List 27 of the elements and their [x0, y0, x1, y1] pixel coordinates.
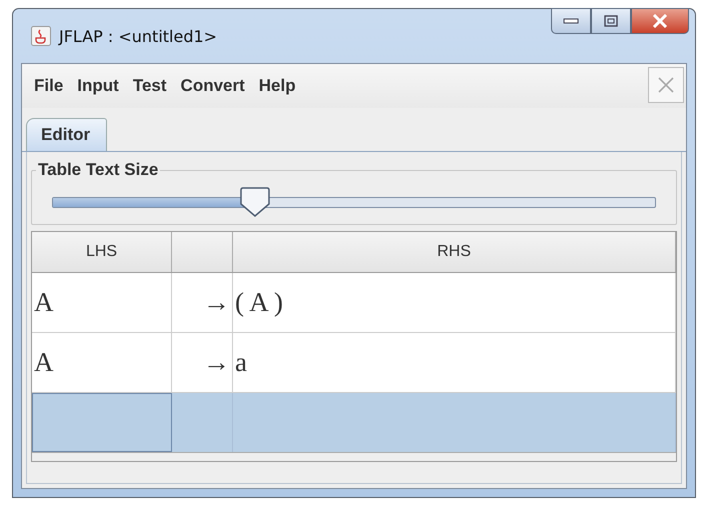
window-title: JFLAP : <untitled1> [59, 26, 218, 46]
menu-item[interactable]: Test [132, 76, 179, 96]
slider-thumb[interactable] [238, 187, 271, 217]
table-cell[interactable]: A [32, 333, 172, 392]
minimize-icon [563, 17, 579, 25]
table-cell[interactable]: → [172, 333, 233, 392]
table-row[interactable]: A → ( A ) [32, 273, 676, 333]
minimize-button[interactable] [551, 8, 591, 34]
menu-item[interactable]: Input [77, 76, 131, 96]
close-icon [652, 14, 668, 28]
table-row[interactable]: A → a [32, 333, 676, 393]
table-cell[interactable]: A [32, 273, 172, 332]
menu-item[interactable]: File [34, 76, 76, 96]
column-header[interactable]: LHS [32, 232, 172, 272]
table-cell[interactable]: ( A ) [233, 273, 676, 332]
table-cell[interactable] [32, 393, 172, 452]
close-icon [657, 76, 675, 94]
maximize-button[interactable] [591, 8, 631, 34]
editor-tab[interactable]: Editor [26, 118, 108, 151]
column-header[interactable]: RHS [233, 232, 676, 272]
coffee-cup-icon [31, 26, 51, 46]
menu-item[interactable]: Help [258, 76, 308, 96]
table-cell[interactable]: → [172, 273, 233, 332]
table-cell[interactable]: a [233, 333, 676, 392]
close-button[interactable] [631, 8, 689, 34]
menu-item[interactable]: Convert [180, 76, 257, 96]
maximize-icon [604, 15, 618, 27]
